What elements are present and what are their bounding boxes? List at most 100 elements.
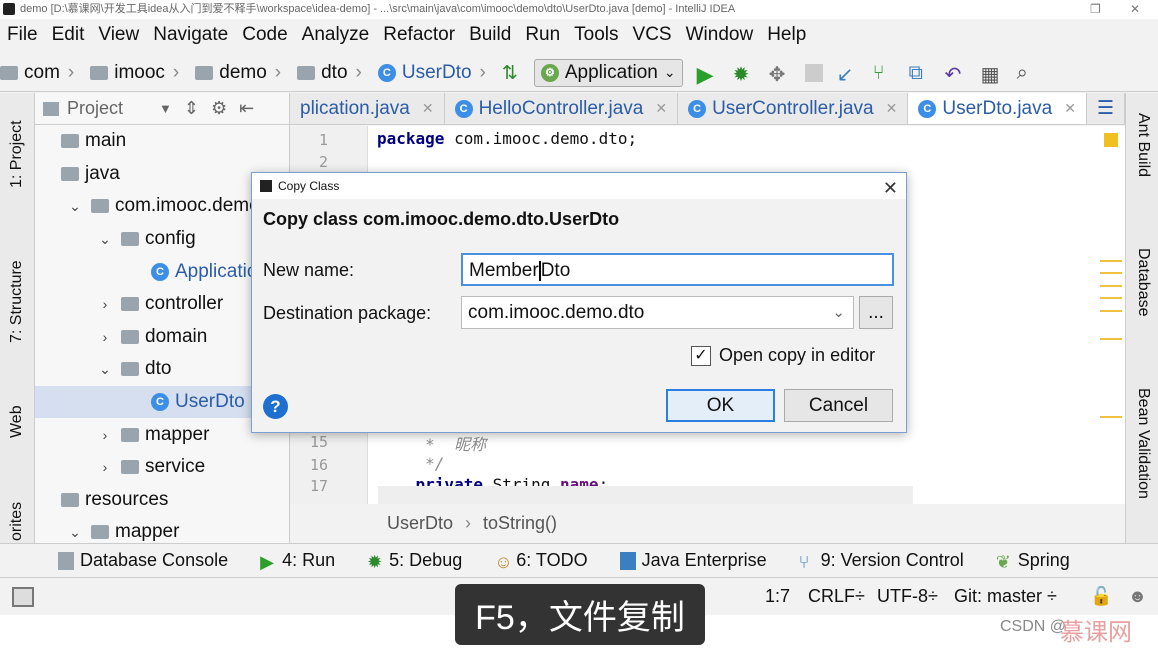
revert-icon[interactable]: ↶ bbox=[945, 62, 967, 86]
close-tab-icon[interactable]: ✕ bbox=[655, 100, 667, 117]
error-stripe-mark[interactable] bbox=[1100, 297, 1122, 299]
error-stripe-mark[interactable] bbox=[1100, 338, 1122, 340]
breadcrumb-method[interactable]: toString() bbox=[483, 513, 557, 534]
expand-arrow-icon[interactable]: ⌄ bbox=[65, 524, 85, 541]
menu-edit[interactable]: Edit bbox=[52, 24, 85, 46]
menu-build[interactable]: Build bbox=[469, 24, 511, 46]
menu-window[interactable]: Window bbox=[686, 24, 754, 46]
menu-analyze[interactable]: Analyze bbox=[302, 24, 370, 46]
error-stripe-mark[interactable] bbox=[1100, 260, 1122, 262]
expand-arrow-icon[interactable]: › bbox=[95, 459, 115, 475]
expand-arrow-icon[interactable]: › bbox=[95, 427, 115, 443]
tree-item[interactable]: ⌄ mapper bbox=[35, 516, 289, 543]
run-icon[interactable]: ▶ bbox=[697, 62, 719, 87]
code-line[interactable]: package com.imooc.demo.dto; bbox=[377, 129, 637, 148]
file-encoding[interactable]: UTF-8÷ bbox=[877, 586, 938, 607]
error-stripe-mark[interactable] bbox=[1100, 285, 1122, 287]
editor-tab[interactable]: C UserDto.java ✕ bbox=[908, 93, 1087, 124]
hide-icon[interactable]: ⇤ bbox=[239, 98, 254, 119]
lock-icon[interactable]: 🔓 bbox=[1090, 586, 1112, 607]
menu-run[interactable]: Run bbox=[525, 24, 560, 46]
menu-view[interactable]: View bbox=[98, 24, 139, 46]
editor-tab[interactable]: C UserController.java ✕ bbox=[678, 93, 909, 124]
stop-icon[interactable] bbox=[804, 63, 823, 82]
tree-item[interactable]: › service bbox=[35, 451, 289, 484]
tool-todo[interactable]: ☺ 6: TODO bbox=[494, 550, 587, 572]
tool-java-enterprise[interactable]: Java Enterprise bbox=[619, 550, 767, 571]
menu-refactor[interactable]: Refactor bbox=[383, 24, 455, 46]
browse-package-button[interactable]: ... bbox=[859, 296, 893, 329]
tab-structure[interactable]: 7: Structure bbox=[8, 260, 26, 343]
close-tab-icon[interactable]: ✕ bbox=[422, 100, 434, 117]
open-copy-checkbox[interactable]: ✓ bbox=[691, 346, 711, 366]
nav-crumb-imooc[interactable]: imooc › bbox=[90, 62, 187, 84]
nav-crumb-userdto[interactable]: C UserDto › bbox=[377, 62, 494, 84]
expand-arrow-icon[interactable]: › bbox=[95, 329, 115, 345]
tab-list-icon[interactable]: ☰ bbox=[1087, 93, 1125, 124]
tab-bean-validation[interactable]: Bean Validation bbox=[1134, 388, 1152, 499]
tab-project[interactable]: 1: Project bbox=[8, 120, 26, 188]
menu-file[interactable]: File bbox=[7, 24, 38, 46]
tool-windows-toggle-icon[interactable] bbox=[12, 587, 34, 607]
project-structure-icon[interactable]: ▦ bbox=[981, 62, 1003, 86]
error-stripe-mark[interactable] bbox=[1100, 272, 1122, 274]
vcs-commit-icon[interactable]: ⑂ bbox=[873, 62, 895, 84]
tree-item[interactable]: resources bbox=[35, 484, 289, 517]
nav-crumb-com[interactable]: com › bbox=[0, 62, 82, 84]
error-stripe-mark[interactable] bbox=[1100, 310, 1122, 312]
breadcrumb-class[interactable]: UserDto bbox=[387, 513, 453, 534]
collapse-icon[interactable]: ⇕ bbox=[184, 98, 199, 119]
expand-arrow-icon[interactable]: ⌄ bbox=[95, 361, 115, 378]
debug-icon[interactable]: ✹ bbox=[733, 62, 755, 86]
nav-crumb-dto[interactable]: dto › bbox=[297, 62, 370, 84]
tool-database-console[interactable]: Database Console bbox=[58, 550, 228, 571]
menu-navigate[interactable]: Navigate bbox=[153, 24, 228, 46]
coverage-icon[interactable]: ✥ bbox=[769, 62, 791, 86]
menu-help[interactable]: Help bbox=[767, 24, 806, 46]
line-separator[interactable]: CRLF÷ bbox=[808, 586, 865, 607]
restore-icon[interactable]: ❐ bbox=[1090, 0, 1101, 19]
expand-arrow-icon[interactable]: ⌄ bbox=[95, 231, 115, 248]
sort-icon[interactable]: ⇅ bbox=[502, 62, 524, 84]
tool-version-control[interactable]: ⑂ 9: Version Control bbox=[799, 550, 964, 572]
help-icon[interactable]: ? bbox=[263, 394, 288, 419]
menu-code[interactable]: Code bbox=[242, 24, 287, 46]
tool-run[interactable]: ▶ 4: Run bbox=[260, 550, 335, 572]
cancel-button[interactable]: Cancel bbox=[784, 389, 893, 422]
tab-database[interactable]: Database bbox=[1134, 248, 1152, 317]
chevron-down-icon[interactable]: ▼ bbox=[159, 101, 172, 116]
search-icon[interactable]: ⌕ bbox=[1017, 62, 1039, 84]
tool-spring[interactable]: ❦ Spring bbox=[996, 550, 1070, 572]
editor-tab[interactable]: plication.java ✕ bbox=[290, 93, 445, 124]
gear-icon[interactable]: ⚙ bbox=[211, 98, 227, 119]
caret-position[interactable]: 1:7 bbox=[765, 586, 790, 607]
git-branch[interactable]: Git: master ÷ bbox=[954, 586, 1057, 607]
expand-arrow-icon[interactable]: ⌄ bbox=[65, 198, 85, 215]
tab-favorites[interactable]: orites bbox=[8, 502, 26, 541]
expand-arrow-icon[interactable]: › bbox=[95, 296, 115, 312]
chevron-down-icon[interactable]: ⌄ bbox=[832, 297, 845, 328]
inspector-icon[interactable]: ☻ bbox=[1128, 586, 1147, 607]
close-window-icon[interactable]: ✕ bbox=[1130, 0, 1140, 19]
code-line[interactable]: * 昵称 bbox=[377, 431, 486, 455]
destination-package-combo[interactable]: com.imooc.demo.dto ⌄ bbox=[461, 296, 854, 329]
tab-web[interactable]: Web bbox=[8, 405, 26, 438]
close-tab-icon[interactable]: ✕ bbox=[1064, 100, 1076, 117]
nav-crumb-demo[interactable]: demo › bbox=[195, 62, 289, 84]
menu-tools[interactable]: Tools bbox=[574, 24, 618, 46]
close-icon[interactable]: ✕ bbox=[883, 175, 898, 201]
editor-tab[interactable]: C HelloController.java ✕ bbox=[445, 93, 679, 124]
menu-vcs[interactable]: VCS bbox=[633, 24, 672, 46]
tool-debug[interactable]: ✹ 5: Debug bbox=[367, 550, 462, 572]
code-line[interactable]: */ bbox=[377, 454, 444, 473]
project-view-select[interactable]: Project bbox=[67, 98, 123, 119]
tab-ant-build[interactable]: Ant Build bbox=[1134, 113, 1152, 177]
run-config-select[interactable]: ⚙ Application ⌄ bbox=[533, 58, 683, 87]
tree-item[interactable]: main bbox=[35, 125, 289, 158]
ok-button[interactable]: OK bbox=[666, 389, 775, 422]
close-tab-icon[interactable]: ✕ bbox=[886, 100, 898, 117]
vcs-update-icon[interactable]: ↙ bbox=[837, 62, 859, 86]
open-copy-label[interactable]: Open copy in editor bbox=[719, 345, 875, 366]
vcs-compare-icon[interactable]: ⧉ bbox=[909, 62, 931, 84]
inspection-status-icon[interactable] bbox=[1104, 133, 1118, 147]
